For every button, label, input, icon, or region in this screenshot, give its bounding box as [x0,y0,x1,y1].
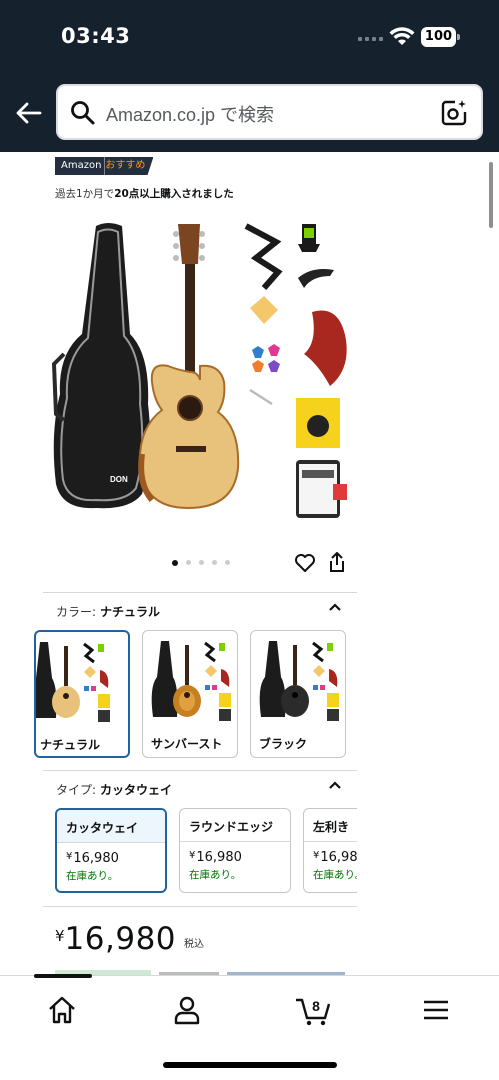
menu-icon[interactable] [420,994,452,1026]
type-option-price-value: 16,98 [320,850,357,865]
color-option-image [259,641,339,721]
badge-brand: Amazon [55,157,105,175]
heart-icon[interactable] [294,553,316,573]
camera-search-icon[interactable] [439,98,469,128]
color-option-label: ブラック [259,737,308,751]
color-selected-value: ナチュラル [100,605,161,619]
color-option-natural[interactable]: ナチュラル [34,630,130,758]
share-icon[interactable] [327,551,347,573]
product-price: ¥ 16,980 税込 [55,921,204,957]
type-option-price: ¥16,980 [57,843,165,866]
type-option-name: 左利き [304,809,357,842]
cart-count: 8 [312,998,320,1014]
search-input[interactable]: Amazon.co.jp で検索 [106,101,274,127]
cart-icon[interactable]: 8 [294,994,334,1026]
type-option-name: ラウンドエッジ [180,809,290,842]
price-currency: ¥ [55,927,65,945]
type-option-stock: 在庫あり。 [189,869,242,881]
color-option-image [36,642,110,722]
type-option-name: カッタウェイ [57,810,165,843]
status-bar: 03:43 100 [0,0,499,74]
battery-indicator: 100 [421,27,460,47]
type-option-cutaway[interactable]: カッタウェイ ¥16,980 在庫あり。 [55,808,167,893]
currency-symbol: ¥ [189,850,196,861]
carousel-dot[interactable] [212,560,217,565]
carousel-dot[interactable] [186,560,191,565]
currency-symbol: ¥ [313,850,320,861]
home-indicator[interactable] [163,1062,337,1068]
type-selected-value: カッタウェイ [100,783,173,797]
search-icon [71,101,95,125]
bought-count: 20点以上購入されました [114,188,234,200]
carousel-indicator[interactable] [172,559,230,566]
status-time: 03:43 [61,24,131,48]
color-option-black[interactable]: ブラック [250,630,346,758]
app-header: 03:43 100 Amazon.co.jp で検索 [0,0,499,152]
price-value: 16,980 [64,921,177,957]
color-label-text: カラー: [56,605,97,619]
nav-active-indicator [34,974,92,978]
points-banner-partial [55,966,345,975]
color-option-image [151,641,231,721]
account-icon[interactable] [171,994,203,1026]
type-option-round-edge[interactable]: ラウンドエッジ ¥16,980 在庫あり。 [179,808,291,893]
carousel-dot[interactable] [172,559,178,566]
type-label: タイプ: カッタウェイ [56,781,172,798]
carousel-dot[interactable] [199,560,204,565]
divider [43,592,357,593]
cellular-signal-icon [358,37,383,41]
currency-symbol: ¥ [66,851,73,862]
carousel-dot[interactable] [225,560,230,565]
chevron-up-icon[interactable] [328,602,342,612]
type-option-price-value: 16,980 [196,850,242,865]
chevron-up-icon[interactable] [328,780,342,790]
color-option-label: サンバースト [151,737,223,751]
search-bar[interactable]: Amazon.co.jp で検索 [56,84,483,140]
purchase-count-text: 過去1か月で20点以上購入されました [55,186,234,201]
color-option-label: ナチュラル [40,738,101,752]
svg-text:DON: DON [110,475,128,484]
back-arrow-icon[interactable] [12,96,46,130]
divider [43,906,357,907]
color-label: カラー: ナチュラル [56,603,160,620]
tax-included-label: 税込 [184,939,205,950]
type-option-left-handed[interactable]: 左利き ¥16,98 在庫あり。 [303,808,357,893]
type-option-price: ¥16,980 [180,842,290,865]
bought-prefix: 過去1か月で [55,188,115,200]
amazon-recommends-badge: Amazon おすすめ [55,157,154,175]
product-image[interactable]: DON [50,214,355,524]
page-scrollbar[interactable] [489,162,493,228]
type-option-stock: 在庫あり。 [66,870,119,882]
badge-label: おすすめ [104,157,154,175]
type-option-stock: 在庫あり。 [313,869,357,881]
type-label-text: タイプ: [56,783,97,797]
wifi-icon [389,27,415,45]
divider [43,770,357,771]
type-option-price-value: 16,980 [73,851,119,866]
type-option-price: ¥16,98 [304,842,357,865]
color-option-sunburst[interactable]: サンバースト [142,630,238,758]
home-icon[interactable] [46,994,78,1026]
